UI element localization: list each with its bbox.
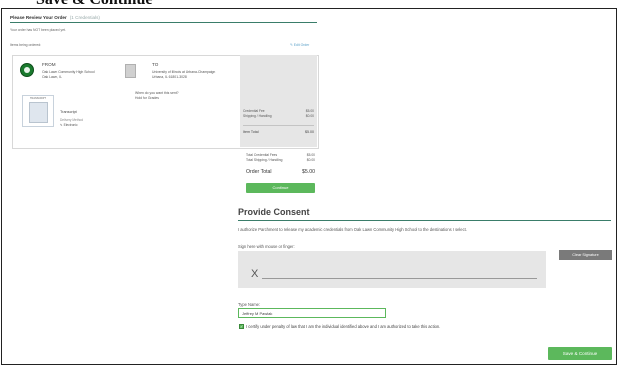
destination-address: Urbana, IL 61801-3028 [152, 75, 187, 79]
consent-title: Provide Consent [238, 207, 310, 217]
signature-line [262, 278, 537, 279]
order-total-value: $5.00 [302, 169, 315, 175]
shipping-row: Shipping / Handling $0.00 [243, 114, 314, 118]
certify-checkbox[interactable]: ✓ [239, 324, 244, 329]
item-total-label: Item Total [243, 130, 259, 134]
signature-x-mark: X [251, 268, 259, 280]
from-label: FROM [42, 62, 56, 67]
credential-fee-row: Credential Fee $5.00 [243, 109, 314, 113]
order-total-label: Order Total [246, 169, 272, 175]
total-credential-fees-label: Total Credential Fees [246, 153, 278, 157]
type-name-input[interactable] [238, 308, 386, 318]
order-not-placed-note: Your order has NOT been placed yet. [10, 28, 66, 32]
review-divider [10, 22, 317, 23]
certify-text: I certify under penalty of law that I am… [246, 324, 441, 329]
consent-divider [238, 220, 611, 221]
clear-signature-button[interactable]: Clear Signature [559, 250, 612, 260]
transcript-thumb-label: TRANSCRIPT [30, 97, 46, 100]
send-timing-answer: Hold for Grades [135, 96, 159, 100]
order-review-page: Save & Continue Please Review Your Order… [0, 0, 619, 366]
save-and-continue-button[interactable]: Save & Continue [548, 347, 612, 360]
delivery-method-value: ✎ Electronic [60, 123, 78, 127]
total-shipping-row: Total Shipping / Handling $0.00 [246, 158, 315, 162]
total-shipping-value: $0.00 [306, 158, 315, 162]
signature-label: Sign here with mouse or finger: [238, 244, 295, 249]
continue-button[interactable]: Continue [246, 183, 315, 193]
edit-order-label: Edit Order [293, 43, 310, 47]
order-total-row: Order Total $5.00 [246, 169, 315, 175]
send-timing-question: When do you want this sent? [135, 91, 179, 95]
school-logo-icon [20, 63, 34, 77]
shipping-value: $0.00 [305, 114, 314, 118]
credential-count: (1 Credentials) [69, 15, 100, 20]
credential-title: Transcript [60, 110, 77, 114]
items-ordered-label: Items being ordered: [10, 43, 42, 47]
consent-authorization-text: I authorize Parchment to release my acad… [238, 227, 467, 232]
delivery-method-label: Delivery Method [60, 118, 84, 122]
item-total-value: $5.00 [305, 130, 314, 134]
total-shipping-label: Total Shipping / Handling [246, 158, 283, 162]
to-label: TO [152, 62, 159, 67]
total-credential-fees-row: Total Credential Fees $5.00 [246, 153, 315, 157]
total-credential-fees-value: $5.00 [306, 153, 315, 157]
item-total-row: Item Total $5.00 [243, 130, 314, 134]
transcript-thumbnail: TRANSCRIPT [22, 95, 54, 127]
shipping-label: Shipping / Handling [243, 114, 272, 118]
delivery-method-text: Electronic [63, 123, 78, 127]
from-school-city: Oak Lawn, IL [42, 75, 62, 79]
signature-pad[interactable] [238, 251, 546, 288]
from-school-name: Oak Lawn Community High School [42, 70, 95, 74]
document-icon [29, 102, 48, 123]
building-icon [125, 64, 136, 78]
credential-fee-label: Credential Fee [243, 109, 265, 113]
credential-fee-value: $5.00 [305, 109, 314, 113]
edit-order-link[interactable]: ✎ Edit Order [290, 43, 309, 47]
summary-divider [243, 125, 314, 126]
type-name-label: Type Name: [238, 302, 261, 307]
checkmark-icon: ✓ [240, 324, 244, 329]
destination-name: University of Illinois at Urbana-Champai… [152, 70, 216, 74]
review-title-text: Please Review Your Order [10, 15, 67, 20]
review-title: Please Review Your Order (1 Credentials) [10, 15, 100, 20]
